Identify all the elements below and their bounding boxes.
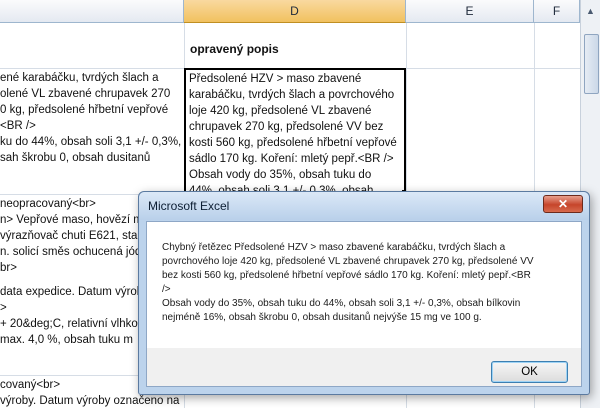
cell-line: Předsolené HZV > maso zbavené (189, 73, 362, 85)
cell-line: loje 420 kg, předsolené VL zbavené (189, 105, 372, 117)
close-button[interactable]: ✕ (543, 195, 583, 213)
cell-line: olené VL zbavené chrupavek 270 (0, 88, 171, 100)
error-message: Chybný řetězec Předsolené HZV > maso zba… (162, 241, 574, 325)
column-header-f[interactable]: F (534, 0, 580, 23)
message-line: bez kosti 560 kg, předsolené hřbetní vep… (162, 270, 531, 281)
column-header-e[interactable]: E (406, 0, 534, 23)
scrollbar-thumb[interactable] (584, 34, 599, 94)
cell-line: ené karabáčku, tvrdých šlach a (0, 72, 159, 84)
dialog-titlebar[interactable]: Microsoft Excel ✕ (139, 192, 589, 220)
cell-line: karabáčku, tvrdých šlach a povrchového (189, 89, 395, 101)
active-cell-d[interactable]: Předsolené HZV > maso zbavené karabáčku,… (184, 68, 406, 194)
message-line: povrchového loje 420 kg, předsolené VL z… (162, 256, 534, 267)
dialog-title: Microsoft Excel (148, 199, 230, 213)
message-area: Chybný řetězec Předsolené HZV > maso zba… (147, 222, 581, 348)
cell-line: sádlo 170 kg. Koření: mletý pepř.<BR /> (189, 153, 394, 165)
cell-c-row1[interactable]: ené karabáčku, tvrdých šlach a olené VL … (0, 70, 183, 192)
cell-line: ku do 44%, obsah soli 3,1 +/- 0,3%, (0, 136, 182, 148)
cell-line: chrupavek 270 kg, předsolené VV bez (189, 121, 384, 133)
message-line: nejméně 16%, obsah škrobu 0, obsah dusit… (162, 312, 482, 323)
message-line: /> (162, 284, 171, 295)
cell-line: kosti 560 kg, předsolené hřbetní vepřové (189, 137, 397, 149)
cell-line: 0 kg, předsolené hřbetní vepřové (0, 104, 169, 116)
column-d-title-cell[interactable]: opravený popis (190, 42, 279, 56)
ok-button[interactable]: OK (491, 361, 568, 383)
cell-line: sah škrobu 0, obsah dusitanů (0, 152, 151, 164)
column-header-c[interactable] (0, 0, 184, 23)
cell-line: Obsah vody do 35%, obsah tuku do (189, 169, 372, 181)
message-line: Chybný řetězec Předsolené HZV > maso zba… (162, 242, 506, 253)
dialog-client-area: Chybný řetězec Předsolené HZV > maso zba… (146, 221, 582, 387)
column-header-d[interactable]: D (184, 0, 406, 23)
cell-line: <BR /> (0, 120, 36, 132)
message-line: Obsah vody do 35%, obsah tuku do 44%, ob… (162, 298, 521, 309)
error-dialog: Microsoft Excel ✕ Chybný řetězec Předsol… (138, 191, 590, 395)
scroll-up-arrow-icon[interactable]: ▲ (583, 4, 598, 19)
active-cell-text: Předsolené HZV > maso zbavené karabáčku,… (189, 71, 404, 192)
cell-line: výroby. Datum výroby označeno na (0, 395, 180, 407)
